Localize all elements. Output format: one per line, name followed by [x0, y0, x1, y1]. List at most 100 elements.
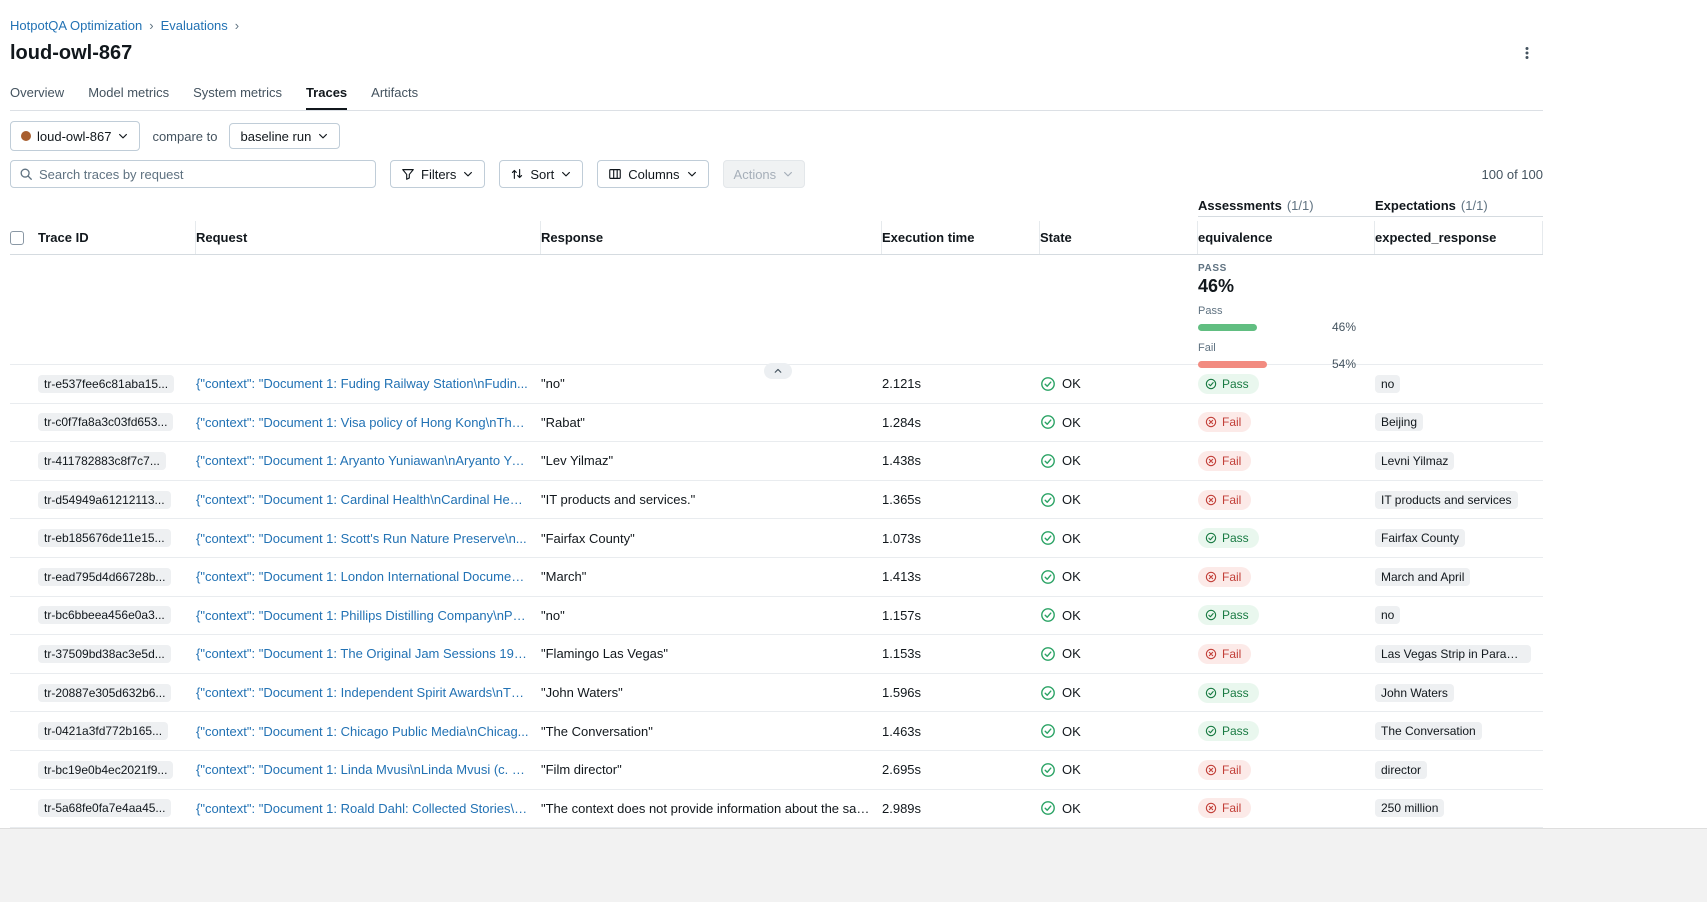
column-header-equivalence[interactable]: equivalence — [1198, 221, 1375, 254]
trace-id-chip[interactable]: tr-e537fee6c81aba15... — [38, 375, 174, 393]
trace-id-cell: tr-5a68fe0fa7e4aa45... — [38, 799, 196, 817]
column-header-response[interactable]: Response — [541, 221, 882, 254]
trace-id-chip[interactable]: tr-c0f7fa8a3c03fd653... — [38, 413, 173, 431]
filters-button[interactable]: Filters — [390, 160, 485, 188]
breadcrumb-link-experiment[interactable]: HotpotQA Optimization — [10, 18, 142, 33]
assessment-badge-label: Fail — [1222, 493, 1241, 507]
trace-id-chip[interactable]: tr-d54949a61212113... — [38, 491, 171, 509]
state-cell: OK — [1040, 414, 1198, 430]
response-cell: "John Waters" — [541, 685, 882, 700]
trace-id-chip[interactable]: tr-bc6bbeea456e0a3... — [38, 606, 171, 624]
column-header-execution-time[interactable]: Execution time — [882, 221, 1040, 254]
assessment-badge-label: Fail — [1222, 801, 1241, 815]
assessment-badge: Pass — [1198, 528, 1259, 548]
column-header-request[interactable]: Request — [196, 221, 541, 254]
x-circle-icon — [1205, 455, 1217, 467]
expected-response-chip: IT products and services — [1375, 491, 1518, 509]
run-selector-dropdown[interactable]: loud-owl-867 — [10, 121, 140, 151]
actions-button[interactable]: Actions — [723, 160, 806, 188]
trace-id-chip[interactable]: tr-37509bd38ac3e5d... — [38, 645, 171, 663]
column-header-state[interactable]: State — [1040, 221, 1198, 254]
assessment-badge-label: Pass — [1222, 608, 1249, 622]
trace-id-chip[interactable]: tr-5a68fe0fa7e4aa45... — [38, 799, 171, 817]
column-header-trace-id[interactable]: Trace ID — [38, 221, 196, 254]
state-cell: OK — [1040, 569, 1198, 585]
ok-check-circle-icon — [1040, 685, 1056, 701]
column-header-expected-response[interactable]: expected_response — [1375, 221, 1543, 254]
expected-response-cell: no — [1375, 375, 1543, 393]
request-link[interactable]: {"context": "Document 1: Aryanto Yuniawa… — [196, 453, 529, 468]
request-link[interactable]: {"context": "Document 1: Linda Mvusi\nLi… — [196, 762, 529, 777]
tab-artifacts[interactable]: Artifacts — [371, 80, 418, 110]
state-label: OK — [1062, 724, 1081, 739]
table-row: tr-5a68fe0fa7e4aa45... {"context": "Docu… — [10, 790, 1543, 829]
request-link[interactable]: {"context": "Document 1: Chicago Public … — [196, 724, 529, 739]
assessment-badge-label: Fail — [1222, 763, 1241, 777]
table-row: tr-bc6bbeea456e0a3... {"context": "Docum… — [10, 597, 1543, 636]
tab-system-metrics[interactable]: System metrics — [193, 80, 282, 110]
select-all-checkbox[interactable] — [10, 231, 24, 245]
request-link[interactable]: {"context": "Document 1: Roald Dahl: Col… — [196, 801, 529, 816]
columns-button-label: Columns — [628, 167, 679, 182]
trace-id-cell: tr-0421a3fd772b165... — [38, 722, 196, 740]
assessment-badge: Fail — [1198, 490, 1251, 510]
ok-check-circle-icon — [1040, 376, 1056, 392]
trace-id-chip[interactable]: tr-0421a3fd772b165... — [38, 722, 168, 740]
tab-traces[interactable]: Traces — [306, 80, 347, 110]
x-circle-icon — [1205, 571, 1217, 583]
search-input[interactable] — [39, 167, 367, 182]
trace-id-chip[interactable]: tr-bc19e0b4ec2021f9... — [38, 761, 173, 779]
x-circle-icon — [1205, 802, 1217, 814]
state-cell: OK — [1040, 685, 1198, 701]
chevron-down-icon — [462, 168, 474, 180]
request-cell: {"context": "Document 1: Phillips Distil… — [196, 608, 541, 623]
columns-button[interactable]: Columns — [597, 160, 708, 188]
more-options-button[interactable] — [1515, 41, 1539, 65]
request-link[interactable]: {"context": "Document 1: Scott's Run Nat… — [196, 531, 529, 546]
sort-button-label: Sort — [530, 167, 554, 182]
breadcrumb-link-evaluations[interactable]: Evaluations — [161, 18, 228, 33]
request-cell: {"context": "Document 1: Independent Spi… — [196, 685, 541, 700]
trace-id-chip[interactable]: tr-20887e305d632b6... — [38, 684, 171, 702]
request-link[interactable]: {"context": "Document 1: Independent Spi… — [196, 685, 529, 700]
expected-response-chip: Levni Yilmaz — [1375, 452, 1454, 470]
breadcrumb-separator-icon: › — [149, 18, 153, 33]
request-link[interactable]: {"context": "Document 1: Cardinal Health… — [196, 492, 529, 507]
ok-check-circle-icon — [1040, 530, 1056, 546]
request-link[interactable]: {"context": "Document 1: The Original Ja… — [196, 646, 529, 661]
collapse-summary-button[interactable] — [764, 363, 792, 379]
check-circle-icon — [1205, 687, 1217, 699]
pass-rate-summary: PASS 46% Pass 46% Fail — [1198, 255, 1375, 371]
expected-response-chip: The Conversation — [1375, 722, 1482, 740]
trace-id-chip[interactable]: tr-ead795d4d66728b... — [38, 568, 171, 586]
request-link[interactable]: {"context": "Document 1: Fuding Railway … — [196, 376, 529, 391]
execution-time-cell: 1.157s — [882, 608, 1040, 623]
table-row: tr-eb185676de11e15... {"context": "Docum… — [10, 519, 1543, 558]
check-circle-icon — [1205, 532, 1217, 544]
compare-to-label: compare to — [152, 129, 217, 144]
tab-model-metrics[interactable]: Model metrics — [88, 80, 169, 110]
trace-id-cell: tr-d54949a61212113... — [38, 491, 196, 509]
select-all-cell — [10, 221, 38, 254]
tab-overview[interactable]: Overview — [10, 80, 64, 110]
sort-icon — [510, 167, 524, 181]
response-cell: "March" — [541, 569, 882, 584]
request-link[interactable]: {"context": "Document 1: London Internat… — [196, 569, 529, 584]
table-header-row: Trace ID Request Response Execution time… — [10, 221, 1543, 255]
execution-time-cell: 1.596s — [882, 685, 1040, 700]
trace-id-chip[interactable]: tr-eb185676de11e15... — [38, 529, 171, 547]
equivalence-cell: Fail — [1198, 798, 1375, 818]
sort-button[interactable]: Sort — [499, 160, 583, 188]
request-link[interactable]: {"context": "Document 1: Visa policy of … — [196, 415, 529, 430]
request-link[interactable]: {"context": "Document 1: Phillips Distil… — [196, 608, 529, 623]
breadcrumb-separator-icon: › — [235, 18, 239, 33]
assessment-badge-label: Pass — [1222, 531, 1249, 545]
x-circle-icon — [1205, 416, 1217, 428]
trace-id-chip[interactable]: tr-411782883c8f7c7... — [38, 452, 166, 470]
state-label: OK — [1062, 453, 1081, 468]
expected-response-cell: Fairfax County — [1375, 529, 1543, 547]
trace-id-cell: tr-eb185676de11e15... — [38, 529, 196, 547]
state-label: OK — [1062, 762, 1081, 777]
baseline-run-dropdown[interactable]: baseline run — [229, 123, 340, 149]
run-selector-label: loud-owl-867 — [37, 129, 111, 144]
